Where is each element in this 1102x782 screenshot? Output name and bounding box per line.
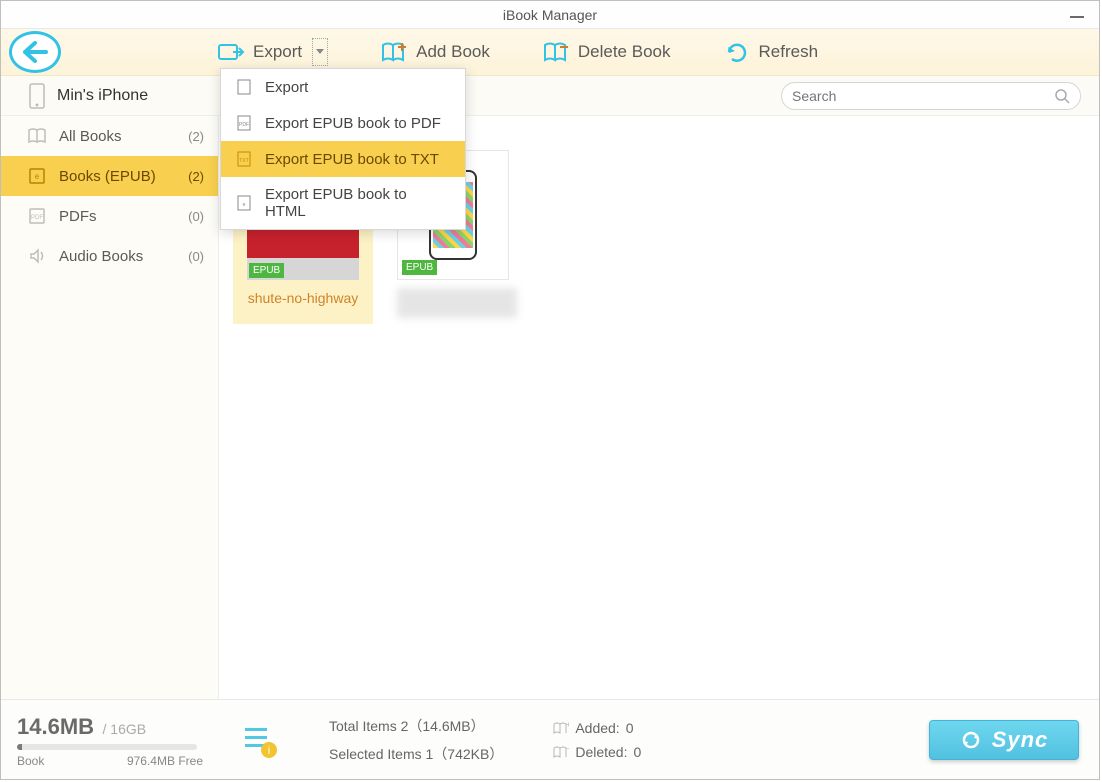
footer: 14.6MB / 16GB Book 976.4MB Free i Total …: [1, 699, 1099, 779]
svg-text:PDF: PDF: [31, 215, 43, 221]
book-icon: [27, 127, 47, 145]
search-input[interactable]: [792, 88, 1054, 104]
storage-category: Book: [17, 754, 44, 768]
delete-book-label: Delete Book: [578, 42, 671, 62]
sidebar-item-all-books[interactable]: All Books (2): [1, 116, 218, 156]
sidebar: All Books (2) e Books (EPUB) (2) PDF PDFs …: [1, 116, 219, 699]
deleted-icon: −: [553, 745, 569, 759]
export-label: Export: [253, 42, 302, 62]
sidebar-item-count: (2): [188, 169, 204, 184]
svg-text:+: +: [566, 721, 569, 729]
storage-free: 976.4MB Free: [127, 754, 203, 768]
html-icon: e: [235, 194, 253, 212]
list-info-icon: i: [239, 720, 279, 760]
delete-book-icon: [542, 40, 570, 64]
svg-text:i: i: [268, 745, 270, 757]
sidebar-item-label: Audio Books: [59, 248, 143, 265]
export-dropdown-menu: Export PDF Export EPUB book to PDF TXT E…: [220, 68, 466, 230]
sidebar-item-audio-books[interactable]: Audio Books (0): [1, 236, 218, 276]
search-box[interactable]: [781, 82, 1081, 110]
pdf-icon: PDF: [235, 114, 253, 132]
sidebar-item-label: Books (EPUB): [59, 168, 156, 185]
deleted-label: Deleted:: [575, 744, 627, 760]
epub-badge: EPUB: [249, 263, 284, 278]
added-label: Added:: [575, 720, 619, 736]
selected-items-value: 1（742KB）: [426, 746, 504, 762]
svg-text:TXT: TXT: [239, 158, 248, 164]
storage-bar: [17, 744, 197, 750]
delete-book-button[interactable]: Delete Book: [542, 40, 671, 64]
deleted-value: 0: [633, 744, 641, 760]
storage-used: 14.6MB: [17, 714, 94, 739]
storage-panel: 14.6MB / 16GB Book 976.4MB Free: [1, 704, 219, 776]
device-row: Min's iPhone: [1, 76, 1099, 116]
txt-icon: TXT: [235, 150, 253, 168]
window-title: iBook Manager: [1, 7, 1099, 23]
epub-icon: e: [27, 167, 47, 185]
menu-item-label: Export: [265, 79, 308, 96]
added-value: 0: [626, 720, 634, 736]
menu-item-label: Export EPUB book to PDF: [265, 115, 441, 132]
device-name: Min's iPhone: [57, 87, 148, 105]
book-title: shute-no-highway: [239, 290, 367, 306]
menu-item-label: Export EPUB book to HTML: [265, 186, 451, 220]
total-items-label: Total Items: [329, 718, 397, 734]
back-button[interactable]: [9, 31, 61, 73]
added-icon: +: [553, 721, 569, 735]
svg-text:PDF: PDF: [239, 122, 249, 128]
menu-item-label: Export EPUB book to TXT: [265, 151, 439, 168]
svg-text:−: −: [566, 745, 569, 753]
toolbar: Export Add Book Delete Book: [1, 29, 1099, 76]
add-book-label: Add Book: [416, 42, 490, 62]
book-title-blurred: [397, 288, 517, 318]
total-items-value: 2（14.6MB）: [401, 718, 485, 734]
export-button[interactable]: Export: [217, 38, 328, 66]
selected-items-label: Selected Items: [329, 746, 422, 762]
arrow-left-icon: [22, 41, 48, 63]
export-icon: [217, 40, 245, 64]
refresh-button[interactable]: Refresh: [723, 40, 819, 64]
sidebar-item-pdfs[interactable]: PDF PDFs (0): [1, 196, 218, 236]
epub-badge: EPUB: [402, 260, 437, 275]
search-icon: [1054, 88, 1070, 104]
sidebar-item-count: (0): [188, 209, 204, 224]
menu-item-export[interactable]: Export: [221, 69, 465, 105]
sidebar-item-books-epub[interactable]: e Books (EPUB) (2): [1, 156, 218, 196]
add-book-button[interactable]: Add Book: [380, 40, 490, 64]
sidebar-item-label: All Books: [59, 128, 122, 145]
body: All Books (2) e Books (EPUB) (2) PDF PDFs …: [1, 116, 1099, 699]
menu-item-export-txt[interactable]: TXT Export EPUB book to TXT: [221, 141, 465, 177]
audio-icon: [27, 247, 47, 265]
pdf-icon: PDF: [27, 207, 47, 225]
phone-icon: [29, 83, 45, 109]
storage-capacity: / 16GB: [103, 721, 147, 737]
svg-text:e: e: [35, 172, 40, 181]
sidebar-item-label: PDFs: [59, 208, 97, 225]
chevron-down-icon: [316, 49, 324, 55]
export-dropdown-caret[interactable]: [312, 38, 328, 66]
menu-item-export-html[interactable]: e Export EPUB book to HTML: [221, 177, 465, 229]
svg-text:e: e: [243, 202, 246, 208]
app-window: iBook Manager Export: [0, 0, 1100, 780]
sync-icon: [960, 729, 982, 751]
sync-label: Sync: [992, 727, 1049, 753]
sync-button[interactable]: Sync: [929, 720, 1079, 760]
document-icon: [235, 78, 253, 96]
refresh-label: Refresh: [759, 42, 819, 62]
title-bar: iBook Manager: [1, 1, 1099, 29]
menu-item-export-pdf[interactable]: PDF Export EPUB book to PDF: [221, 105, 465, 141]
add-book-icon: [380, 40, 408, 64]
stats-panel: i Total Items 2（14.6MB） Selected Items 1…: [219, 716, 929, 764]
sidebar-item-count: (2): [188, 129, 204, 144]
sidebar-item-count: (0): [188, 249, 204, 264]
refresh-icon: [723, 40, 751, 64]
minimize-button[interactable]: [1067, 7, 1087, 27]
